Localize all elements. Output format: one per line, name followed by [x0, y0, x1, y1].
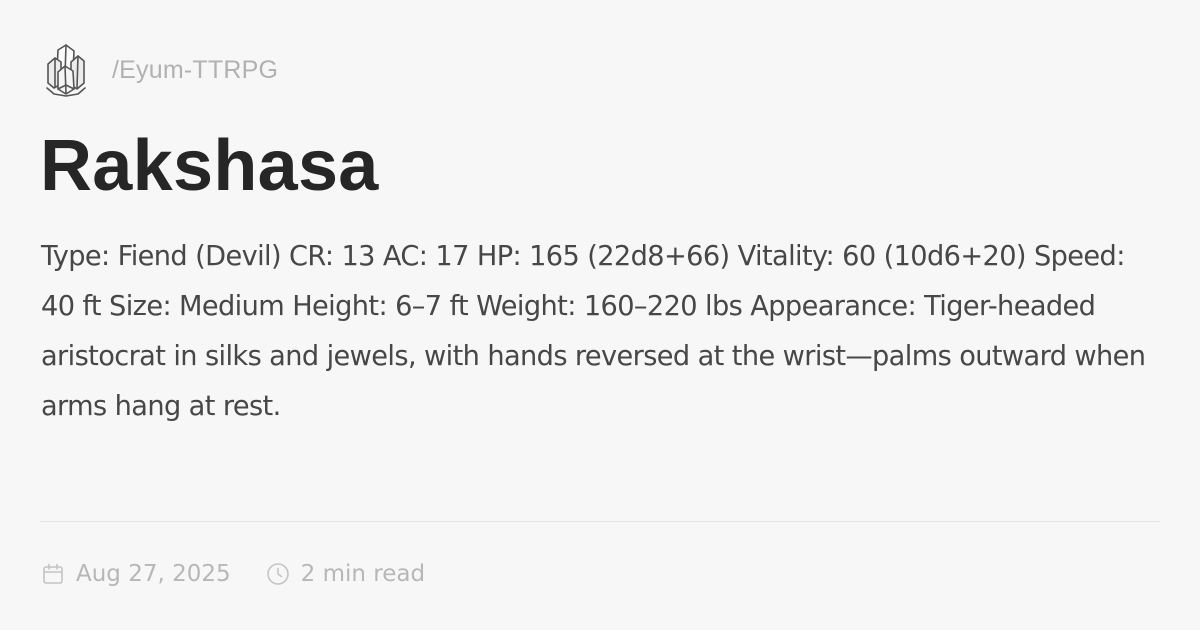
clock-icon	[266, 563, 289, 585]
read-time-text: 2 min read	[300, 561, 426, 587]
crystal-cluster-icon[interactable]	[44, 42, 88, 98]
article-meta: Aug 27, 2025 2 min read	[40, 556, 425, 592]
divider	[40, 521, 1160, 522]
page-title: Rakshasa	[40, 126, 379, 206]
read-time: 2 min read	[265, 561, 425, 587]
publish-date: Aug 27, 2025	[40, 561, 231, 587]
calendar-icon	[43, 563, 63, 584]
publish-date-text: Aug 27, 2025	[76, 561, 231, 587]
site-path-link[interactable]: /Eyum-TTRPG	[112, 56, 278, 85]
article-description: Type: Fiend (Devil) CR: 13 AC: 17 HP: 16…	[41, 241, 1146, 422]
site-header: /Eyum-TTRPG	[44, 40, 278, 100]
